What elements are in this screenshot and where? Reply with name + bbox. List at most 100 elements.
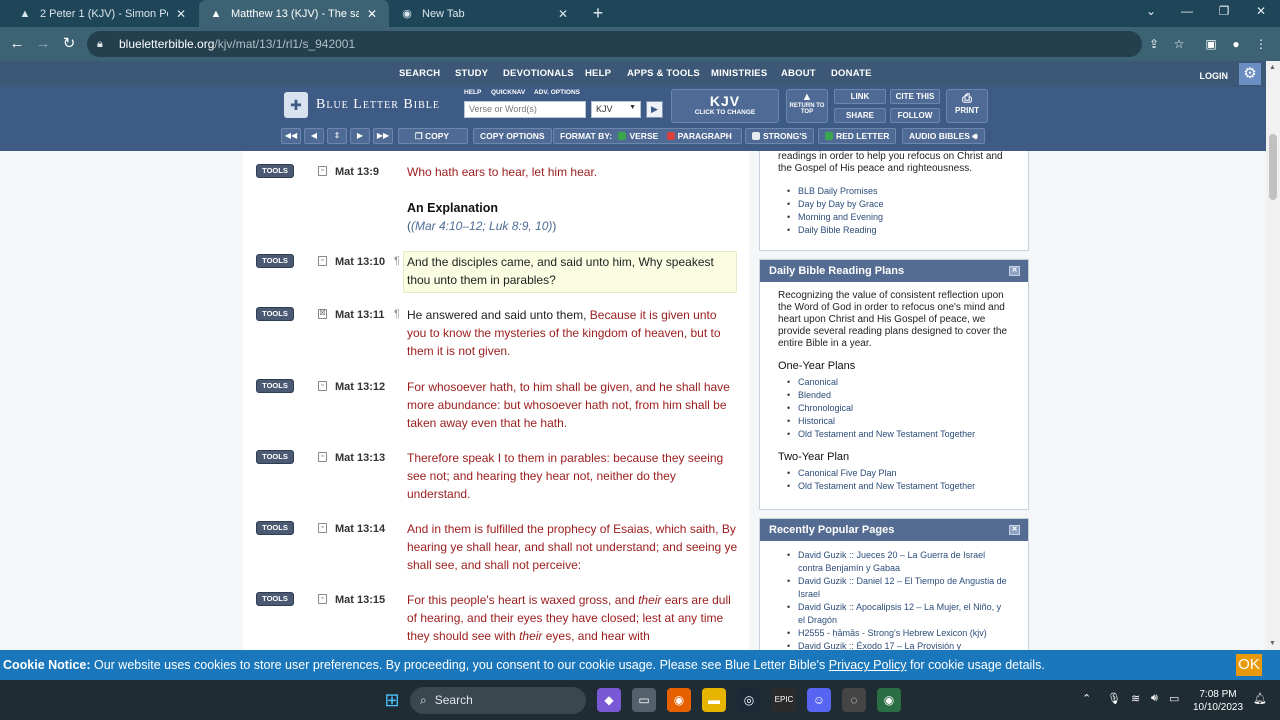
verse-copy-icon[interactable]: ▫ — [318, 523, 327, 533]
tab-2-peter[interactable]: ▲ 2 Peter 1 (KJV) - Simon Peter, a s ✕ — [8, 0, 198, 27]
menu-study[interactable]: STUDY — [455, 68, 488, 79]
scroll-thumb[interactable] — [1269, 134, 1277, 200]
wifi-icon[interactable]: ≋ — [1131, 692, 1140, 705]
version-select[interactable]: KJV ▼ — [591, 101, 641, 118]
discord-icon[interactable]: ☺ — [807, 688, 831, 712]
plan-link[interactable]: Historical — [780, 415, 1028, 428]
side-panel-icon[interactable]: ▣ — [1203, 36, 1219, 52]
menu-ministries[interactable]: MINISTRIES — [711, 68, 767, 79]
verse-check-icon[interactable] — [618, 132, 627, 140]
popular-link[interactable]: David Guzik :: Jueces 20 – La Guerra de … — [780, 549, 1008, 575]
verse-ref[interactable]: Mat 13:14 — [335, 523, 385, 535]
popular-link[interactable]: David Guzik :: Apocalipsis 12 – La Mujer… — [780, 601, 1008, 627]
menu-devotionals[interactable]: DEVOTIONALS — [503, 68, 574, 79]
share-button[interactable]: SHARE — [834, 108, 886, 123]
tools-button[interactable]: TOOLS — [256, 254, 294, 268]
tools-button[interactable]: TOOLS — [256, 592, 294, 606]
plan-link[interactable]: Blended — [780, 389, 1028, 402]
adv-options-link[interactable]: ADV. OPTIONS — [534, 89, 580, 96]
strongs-checkbox[interactable] — [752, 132, 760, 140]
menu-apps-tools[interactable]: APPS & TOOLS — [627, 68, 700, 79]
print-button[interactable]: ⎙ PRINT — [946, 89, 988, 123]
login-link[interactable]: LOGIN — [1200, 71, 1229, 81]
return-to-top-button[interactable]: ▲ RETURN TO TOP — [786, 89, 828, 123]
go-button[interactable]: ▶ — [646, 101, 663, 118]
verse-ref[interactable]: Mat 13:10 — [335, 256, 385, 268]
tools-button[interactable]: TOOLS — [256, 450, 294, 464]
tools-button[interactable]: TOOLS — [256, 379, 294, 393]
plan-link[interactable]: Old Testament and New Testament Together — [780, 428, 1028, 441]
devotional-link[interactable]: BLB Daily Promises — [780, 185, 1028, 198]
quicknav-link[interactable]: QUICKNAV — [491, 89, 525, 96]
verse-ref[interactable]: Mat 13:12 — [335, 381, 385, 393]
verse-copy-icon[interactable]: ▫ — [318, 256, 327, 266]
devotional-link[interactable]: Day by Day by Grace — [780, 198, 1028, 211]
app-icon[interactable]: ◌ — [842, 688, 866, 712]
copy-button[interactable]: ❐ COPY — [398, 128, 468, 144]
new-tab-button[interactable]: + — [588, 4, 608, 24]
privacy-policy-link[interactable]: Privacy Policy — [829, 658, 907, 672]
tab-search-icon[interactable]: ⌄ — [1140, 4, 1162, 22]
verse-copy-checked-icon[interactable]: ☒ — [318, 309, 327, 319]
chrome-taskbar-icon[interactable]: ◉ — [877, 688, 901, 712]
cite-button[interactable]: CITE THIS — [890, 89, 940, 104]
close-icon[interactable]: ✕ — [556, 7, 570, 21]
close-icon[interactable]: ✕ — [174, 7, 188, 21]
verse-ref[interactable]: Mat 13:15 — [335, 594, 385, 606]
widgets-icon[interactable]: ◆ — [597, 688, 621, 712]
tab-matthew-13[interactable]: ▲ Matthew 13 (KJV) - The same day ✕ — [199, 0, 389, 27]
page-scrollbar[interactable]: ▲ ▼ — [1266, 61, 1280, 650]
jump-button[interactable]: ⇕ — [327, 128, 347, 144]
link-button[interactable]: LINK — [834, 89, 886, 104]
verse-copy-icon[interactable]: ▫ — [318, 594, 327, 604]
menu-donate[interactable]: DONATE — [831, 68, 872, 79]
menu-search[interactable]: SEARCH — [399, 68, 440, 79]
system-clock[interactable]: 7:08 PM 10/10/2023 — [1188, 688, 1248, 714]
paragraph-option[interactable]: PARAGRAPH — [678, 131, 732, 141]
menu-icon[interactable]: ⋮ — [1253, 36, 1269, 52]
copy-options-button[interactable]: COPY OPTIONS — [473, 128, 552, 144]
verse-ref[interactable]: Mat 13:13 — [335, 452, 385, 464]
maximize-icon[interactable]: ❐ — [1213, 4, 1235, 22]
red-letter-toggle[interactable]: RED LETTER — [818, 128, 897, 144]
tools-button[interactable]: TOOLS — [256, 521, 294, 535]
share-icon[interactable]: ⇪ — [1146, 36, 1162, 52]
devotional-link[interactable]: Morning and Evening — [780, 211, 1028, 224]
task-view-icon[interactable]: ▭ — [632, 688, 656, 712]
paragraph-x-icon[interactable] — [666, 132, 675, 140]
last-chapter-button[interactable]: ▶▶ — [373, 128, 393, 144]
help-link[interactable]: HELP — [464, 89, 481, 96]
window-close-icon[interactable]: ✕ — [1250, 4, 1272, 22]
menu-help[interactable]: HELP — [585, 68, 611, 79]
verse-ref[interactable]: Mat 13:9 — [335, 166, 379, 178]
cross-ref-links[interactable]: (Mar 4:10–12; Luk 8:9, 10) — [411, 219, 552, 233]
minimize-icon[interactable]: — — [1176, 4, 1198, 22]
epic-games-icon[interactable]: EPIC — [772, 688, 796, 712]
taskbar-search[interactable]: ⌕ Search — [410, 687, 586, 714]
tools-button[interactable]: TOOLS — [256, 307, 294, 321]
plan-link[interactable]: Chronological — [780, 402, 1028, 415]
first-chapter-button[interactable]: ◀◀ — [281, 128, 301, 144]
battery-icon[interactable]: ▭ — [1169, 692, 1179, 705]
plan-link[interactable]: Canonical Five Day Plan — [780, 467, 1028, 480]
blb-logo[interactable]: ✚ Blue Letter Bible — [284, 92, 440, 118]
devotional-link[interactable]: Daily Bible Reading — [780, 224, 1028, 237]
tray-chevron-icon[interactable]: ⌃ — [1082, 692, 1091, 705]
plan-link[interactable]: Old Testament and New Testament Together — [780, 480, 1028, 493]
section-cross-refs[interactable]: ((Mar 4:10–12; Luk 8:9, 10)) — [407, 219, 556, 233]
plan-link[interactable]: Canonical — [780, 376, 1028, 389]
scroll-down-icon[interactable]: ▼ — [1269, 640, 1276, 647]
notification-bell-icon[interactable]: 🔔︎ — [1253, 692, 1267, 705]
url-field[interactable]: 🔒︎ blueletterbible.org/kjv/mat/13/1/rl1/… — [87, 31, 1142, 57]
profile-icon[interactable]: ● — [1228, 36, 1244, 52]
bookmark-star-icon[interactable]: ☆ — [1171, 36, 1187, 52]
verse-ref[interactable]: Mat 13:11 — [335, 309, 385, 321]
prev-button[interactable]: ◀ — [304, 128, 324, 144]
file-explorer-icon[interactable]: ▬ — [702, 688, 726, 712]
close-panel-icon[interactable]: ✕ — [1009, 525, 1020, 535]
scroll-up-icon[interactable]: ▲ — [1269, 64, 1276, 71]
verse-option[interactable]: VERSE — [629, 131, 658, 141]
microphone-icon[interactable]: 🎙︎ — [1107, 692, 1121, 705]
popular-link[interactable]: David Guzik :: Daniel 12 – El Tiempo de … — [780, 575, 1008, 601]
gear-icon[interactable]: ⚙ — [1239, 63, 1261, 85]
